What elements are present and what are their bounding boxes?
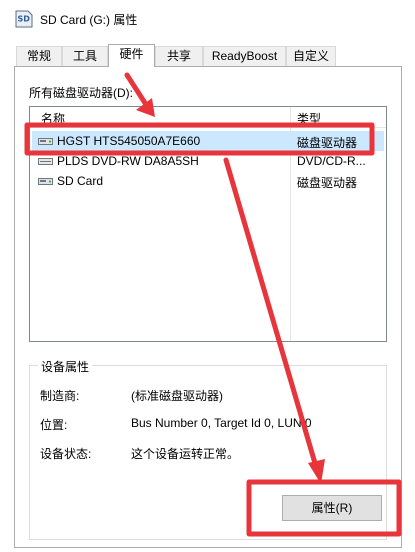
tab-strip: 常规 工具 硬件 共享 ReadyBoost 自定义 <box>14 44 404 67</box>
properties-dialog: SD SD Card (G:) 属性 常规 工具 硬件 共享 ReadyBoos… <box>0 0 415 552</box>
drive-name: HGST HTS545050A7E660 <box>57 134 201 148</box>
all-drives-label: 所有磁盘驱动器(D): <box>29 86 133 100</box>
drive-name: SD Card <box>57 174 104 188</box>
device-status-value: 这个设备运转正常。 <box>131 447 240 461</box>
drives-list[interactable]: 名称 类型 HGST HTS545050A7E660 磁盘驱动器 PLDS DV… <box>29 106 387 342</box>
location-label: 位置: <box>40 418 68 432</box>
drive-type: 磁盘驱动器 <box>297 176 358 190</box>
list-item[interactable]: SD Card 磁盘驱动器 <box>32 171 384 191</box>
tab-hardware[interactable]: 硬件 <box>108 44 155 67</box>
list-item[interactable]: PLDS DVD-RW DA8A5SH DVD/CD-R... <box>32 151 384 171</box>
list-item[interactable]: HGST HTS545050A7E660 磁盘驱动器 <box>32 131 384 151</box>
drive-name: PLDS DVD-RW DA8A5SH <box>57 154 199 168</box>
manufacturer-label: 制造商: <box>40 389 80 403</box>
svg-text:SD: SD <box>18 15 31 24</box>
title-bar: SD SD Card (G:) 属性 <box>0 0 415 38</box>
disk-drive-icon <box>38 178 53 185</box>
drive-type: 磁盘驱动器 <box>297 136 358 150</box>
tab-tools[interactable]: 工具 <box>62 46 108 66</box>
column-header-name[interactable]: 名称 <box>41 110 65 127</box>
column-header-type[interactable]: 类型 <box>297 110 321 127</box>
drive-type: DVD/CD-R... <box>297 154 366 168</box>
window-title: SD Card (G:) 属性 <box>40 13 138 27</box>
tab-customize[interactable]: 自定义 <box>286 46 336 66</box>
dvd-drive-icon <box>38 158 53 165</box>
properties-button[interactable]: 属性(R) <box>282 495 382 521</box>
tab-readyboost[interactable]: ReadyBoost <box>203 46 286 66</box>
location-value: Bus Number 0, Target Id 0, LUN 0 <box>131 416 312 430</box>
tab-sharing[interactable]: 共享 <box>155 46 203 66</box>
device-status-label: 设备状态: <box>40 447 92 461</box>
device-properties-title: 设备属性 <box>38 358 93 375</box>
manufacturer-value: (标准磁盘驱动器) <box>131 389 223 403</box>
list-header: 名称 类型 <box>30 107 386 128</box>
disk-drive-icon <box>38 138 53 145</box>
tab-general[interactable]: 常规 <box>16 46 62 66</box>
sd-card-icon: SD <box>15 10 33 28</box>
